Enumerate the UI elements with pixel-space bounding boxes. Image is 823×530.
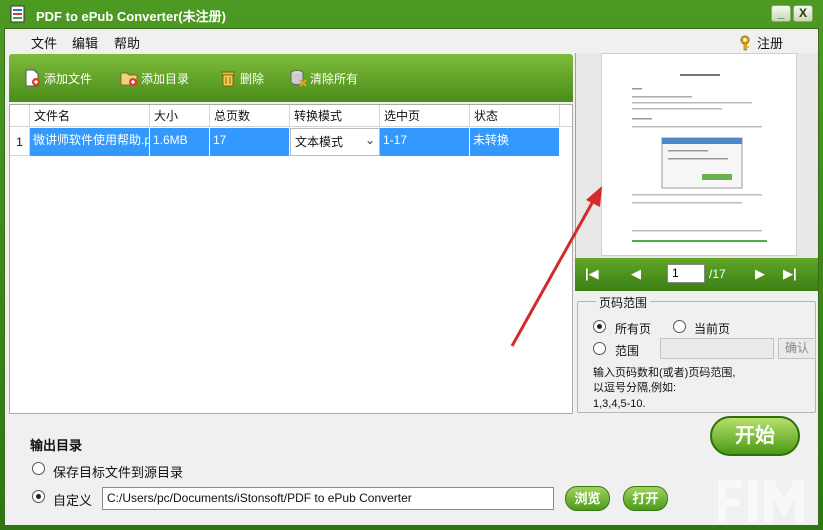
current-page-label[interactable]: 当前页 [694, 320, 730, 337]
add-folder-label: 添加目录 [141, 71, 190, 86]
toolbar: 添加文件 添加目录 删除 清除所有 [9, 54, 573, 102]
add-folder-icon [120, 72, 138, 86]
row-index: 1 [10, 128, 30, 156]
cell-selected-pages: 1-17 [380, 128, 470, 156]
page-navigator: |◀ ◀ 1 /17 ▶ ▶| [575, 258, 818, 291]
save-to-source-label[interactable]: 保存目标文件到源目录 [53, 462, 183, 481]
prev-page-icon[interactable]: ◀ [631, 266, 641, 282]
delete-button[interactable]: 删除 [219, 69, 264, 87]
client-area: 文件 编辑 帮助 注册 添加文件 添加目录 删除 清除所有 文件名 大小 总页数… [4, 28, 819, 526]
minimize-button[interactable]: _ [771, 5, 791, 22]
last-page-icon[interactable]: ▶| [783, 266, 797, 282]
next-page-icon[interactable]: ▶ [755, 266, 765, 282]
menu-bar: 文件 编辑 帮助 注册 [5, 29, 818, 53]
delete-label: 删除 [240, 71, 265, 86]
cell-filename[interactable]: 微讲师软件使用帮助.pdf [30, 128, 150, 156]
custom-dir-radio[interactable] [32, 490, 45, 503]
output-path-input[interactable]: C:/Users/pc/Documents/iStonsoft/PDF to e… [102, 487, 554, 510]
page-range-group: 页码范围 所有页 当前页 范围 确认 输入页码数和(或者)页码范围, 以逗号分隔… [577, 294, 816, 413]
cell-pages: 17 [210, 128, 290, 156]
mode-dropdown[interactable]: 文本模式 ⌄ [290, 128, 380, 156]
add-file-button[interactable]: 添加文件 [23, 69, 92, 87]
start-button[interactable]: 开始 [710, 416, 800, 456]
add-folder-button[interactable]: 添加目录 [120, 69, 189, 87]
clear-all-icon [290, 70, 307, 87]
header-selected[interactable]: 选中页 [380, 105, 470, 127]
header-mode[interactable]: 转换模式 [290, 105, 380, 127]
header-size[interactable]: 大小 [150, 105, 210, 127]
header-filename[interactable]: 文件名 [30, 105, 150, 127]
clear-all-button[interactable]: 清除所有 [289, 69, 358, 87]
page-thumbnail [601, 53, 797, 256]
chevron-down-icon: ⌄ [364, 133, 375, 147]
app-icon [10, 5, 25, 23]
page-content-graphic [632, 74, 767, 242]
range-hint-line2: 以逗号分隔,例如: [593, 382, 677, 394]
page-range-legend: 页码范围 [596, 294, 651, 311]
menu-help[interactable]: 帮助 [114, 33, 140, 52]
add-file-label: 添加文件 [44, 71, 93, 86]
watermark-logo [718, 480, 804, 522]
menu-edit[interactable]: 编辑 [72, 33, 98, 52]
table-row[interactable]: 1 微讲师软件使用帮助.pdf 1.6MB 17 文本模式 ⌄ 1-17 未转换 [10, 128, 572, 156]
page-total: /17 [709, 267, 726, 281]
trash-icon [221, 71, 235, 87]
range-hint-line3: 1,3,4,5-10. [593, 398, 646, 410]
pdf-preview [575, 53, 818, 258]
open-button[interactable]: 打开 [623, 486, 668, 511]
close-button[interactable]: X [793, 5, 813, 22]
file-table: 文件名 大小 总页数 转换模式 选中页 状态 1 微讲师软件使用帮助.pdf 1… [9, 104, 573, 414]
all-pages-label[interactable]: 所有页 [615, 320, 651, 337]
register-button[interactable]: 注册 [739, 33, 783, 52]
output-dir-title: 输出目录 [30, 438, 83, 453]
menu-file[interactable]: 文件 [31, 33, 57, 52]
table-header: 文件名 大小 总页数 转换模式 选中页 状态 [10, 105, 572, 127]
clear-all-label: 清除所有 [310, 71, 359, 86]
current-page-radio[interactable] [673, 320, 686, 333]
all-pages-radio[interactable] [593, 320, 606, 333]
header-status[interactable]: 状态 [470, 105, 560, 127]
page-number-input[interactable]: 1 [667, 264, 705, 283]
first-page-icon[interactable]: |◀ [585, 266, 599, 282]
range-hint-line1: 输入页码数和(或者)页码范围, [593, 367, 736, 379]
key-icon [740, 35, 750, 50]
header-index [10, 105, 30, 127]
custom-dir-label[interactable]: 自定义 [53, 490, 92, 509]
confirm-button[interactable]: 确认 [778, 338, 816, 359]
window-title: PDF to ePub Converter(未注册) [36, 9, 226, 24]
mode-value: 文本模式 [295, 135, 344, 149]
range-radio[interactable] [593, 342, 606, 355]
range-input[interactable] [660, 338, 774, 359]
app-window: PDF to ePub Converter(未注册) _ X 文件 编辑 帮助 … [0, 0, 823, 530]
register-label: 注册 [757, 36, 784, 51]
save-to-source-radio[interactable] [32, 462, 45, 475]
header-pages[interactable]: 总页数 [210, 105, 290, 127]
range-label[interactable]: 范围 [615, 342, 639, 359]
browse-button[interactable]: 浏览 [565, 486, 610, 511]
add-file-icon [25, 69, 40, 87]
title-bar: PDF to ePub Converter(未注册) _ X [0, 0, 823, 28]
cell-size: 1.6MB [150, 128, 210, 156]
cell-status: 未转换 [470, 128, 560, 156]
